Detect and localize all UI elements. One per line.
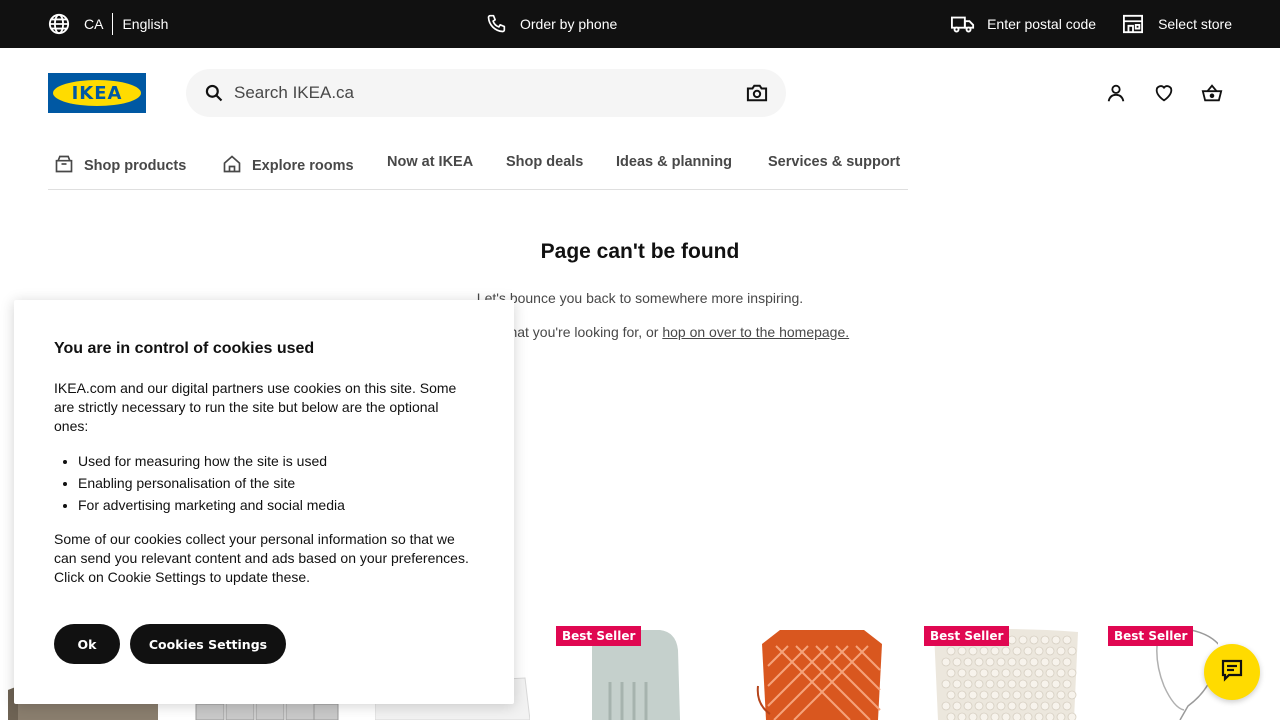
heart-icon[interactable] bbox=[1152, 81, 1176, 105]
select-store-button[interactable]: Select store bbox=[1122, 14, 1232, 34]
nav-item-shop-deals[interactable]: Shop deals bbox=[506, 154, 583, 170]
chat-button[interactable] bbox=[1204, 644, 1260, 700]
order-by-phone-label: Order by phone bbox=[520, 16, 618, 32]
divider bbox=[112, 13, 114, 35]
house-icon bbox=[222, 154, 252, 178]
language-label[interactable]: English bbox=[122, 16, 168, 32]
list-item: For advertising marketing and social med… bbox=[78, 494, 474, 516]
nav-item-services-support[interactable]: Services & support bbox=[768, 154, 900, 170]
logo-text: IKEA bbox=[71, 82, 123, 104]
cookie-title: You are in control of cookies used bbox=[54, 340, 315, 357]
postal-code-button[interactable]: Enter postal code bbox=[951, 14, 1096, 34]
cookie-intro: IKEA.com and our digital partners use co… bbox=[54, 380, 457, 434]
header-actions bbox=[1080, 81, 1224, 105]
nav-item-now-at-ikea[interactable]: Now at IKEA bbox=[387, 154, 473, 170]
cookie-settings-button[interactable]: Cookies Settings bbox=[130, 624, 286, 664]
box-icon bbox=[54, 154, 84, 178]
account-icon[interactable] bbox=[1104, 81, 1128, 105]
page-title: Page can't be found bbox=[540, 240, 740, 263]
main-nav: Shop products Explore rooms Now at IKEA … bbox=[48, 140, 908, 190]
product-tile[interactable]: Best Seller bbox=[556, 626, 706, 720]
best-seller-badge: Best Seller bbox=[924, 626, 1010, 646]
camera-search-icon[interactable] bbox=[746, 83, 768, 108]
best-seller-badge: Best Seller bbox=[1108, 626, 1194, 646]
locale-selector[interactable]: CA English bbox=[48, 0, 168, 48]
chat-icon bbox=[1220, 658, 1244, 687]
list-item: Enabling personalisation of the site bbox=[78, 472, 474, 494]
top-bar: CA English Order by phone Enter postal c… bbox=[0, 0, 1280, 48]
product-tile[interactable]: Best Seller bbox=[924, 626, 1084, 720]
cookie-outro: Some of our cookies collect your persona… bbox=[54, 531, 469, 585]
product-tile[interactable] bbox=[740, 626, 890, 720]
order-by-phone-link[interactable]: Order by phone bbox=[486, 0, 617, 48]
postal-code-label: Enter postal code bbox=[987, 16, 1097, 32]
country-code[interactable]: CA bbox=[84, 16, 103, 32]
nav-item-ideas-planning[interactable]: Ideas & planning bbox=[616, 154, 732, 170]
nav-item-shop-products[interactable]: Shop products bbox=[54, 154, 186, 178]
list-item: Used for measuring how the site is used bbox=[78, 450, 474, 472]
search-icon[interactable] bbox=[204, 83, 224, 108]
cookie-dialog: You are in control of cookies used IKEA.… bbox=[14, 300, 514, 704]
homepage-link[interactable]: hop on over to the homepage. bbox=[662, 324, 849, 340]
phone-icon bbox=[486, 14, 506, 34]
store-icon bbox=[1122, 14, 1144, 34]
select-store-label: Select store bbox=[1158, 16, 1232, 32]
cart-icon[interactable] bbox=[1200, 81, 1224, 105]
ok-button[interactable]: Ok bbox=[54, 624, 120, 664]
product-tile[interactable]: Best Seller bbox=[1108, 626, 1218, 720]
globe-icon bbox=[48, 13, 70, 35]
truck-icon bbox=[951, 14, 975, 34]
ikea-logo[interactable]: IKEA bbox=[48, 73, 146, 113]
search-input[interactable] bbox=[234, 69, 734, 117]
nav-item-explore-rooms[interactable]: Explore rooms bbox=[222, 154, 354, 178]
cookie-purpose-list: Used for measuring how the site is used … bbox=[78, 450, 474, 516]
best-seller-badge: Best Seller bbox=[556, 626, 642, 646]
search-bar[interactable] bbox=[186, 69, 786, 117]
